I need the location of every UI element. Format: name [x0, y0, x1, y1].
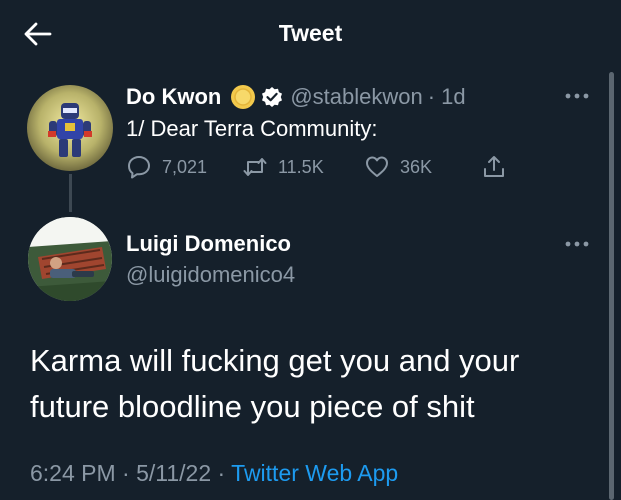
- reply-icon: [128, 156, 150, 179]
- reply-button[interactable]: 7,021: [126, 154, 207, 180]
- reply-author-handle[interactable]: @luigidomenico4: [126, 262, 295, 288]
- reply-count: 7,021: [162, 156, 208, 177]
- reply-text: Karma will fucking get you and your futu…: [30, 343, 520, 424]
- coin-icon: [231, 85, 256, 109]
- retweet-icon: [243, 158, 267, 176]
- reply-more-options-icon[interactable]: [564, 240, 590, 248]
- reply-source-link[interactable]: Twitter Web App: [231, 460, 398, 486]
- avatar-luigi-domenico[interactable]: [28, 217, 112, 301]
- avatar-do-kwon[interactable]: [27, 85, 113, 171]
- more-options-icon[interactable]: [564, 92, 590, 100]
- thread-connector: [69, 174, 72, 212]
- retweet-count: 11.5K: [278, 156, 324, 177]
- like-count: 36K: [400, 156, 433, 177]
- tweet-author-row: Do Kwon @stablekwon · 1d: [126, 82, 466, 112]
- top-bar: Tweet: [0, 0, 621, 68]
- share-button[interactable]: [481, 154, 507, 180]
- heart-icon: [366, 156, 388, 177]
- like-button[interactable]: 36K: [364, 154, 432, 180]
- reply-metadata: 6:24 PM · 5/11/22 · Twitter Web App: [30, 460, 398, 487]
- separator: ·: [211, 460, 232, 486]
- tweet-text: 1/ Dear Terra Community:: [126, 116, 378, 141]
- verified-icon: [262, 87, 283, 107]
- reply-time[interactable]: 6:24 PM: [30, 460, 116, 486]
- separator: ·: [115, 460, 137, 486]
- reply-date[interactable]: 5/11/22: [136, 460, 211, 486]
- tweet-time[interactable]: · 1d: [428, 84, 466, 110]
- scrollbar[interactable]: [609, 72, 614, 500]
- page-title: Tweet: [278, 20, 343, 46]
- reply-author-name[interactable]: Luigi Domenico: [126, 231, 291, 257]
- retweet-button[interactable]: 11.5K: [242, 154, 324, 180]
- author-handle[interactable]: @stablekwon: [290, 84, 422, 110]
- share-icon: [484, 156, 504, 177]
- author-name[interactable]: Do Kwon: [126, 84, 221, 110]
